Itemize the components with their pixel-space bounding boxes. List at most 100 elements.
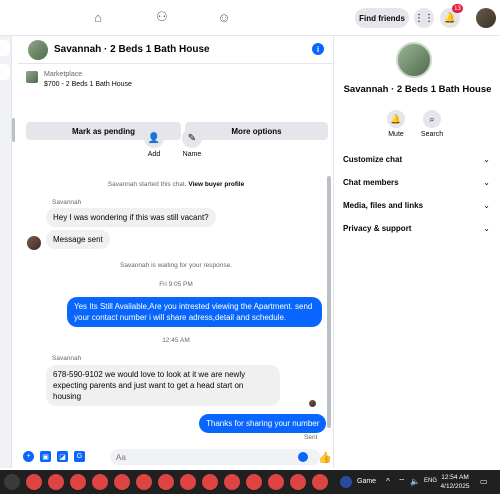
- chrome-icon[interactable]: [268, 474, 284, 490]
- item-label: Privacy & support: [343, 223, 412, 233]
- add-person-icon: 👤: [144, 128, 164, 148]
- item-label: Chat members: [343, 177, 399, 187]
- timestamp: Fri 9:05 PM: [159, 281, 193, 288]
- search-button[interactable]: ⌕ Search: [414, 110, 450, 138]
- notification-badge: 13: [452, 4, 463, 13]
- sender-name: Savannah: [52, 199, 82, 206]
- clock-date: 4/12/2025: [440, 483, 470, 490]
- search-label: Search: [420, 131, 444, 138]
- chat-scrollbar[interactable]: [327, 176, 331, 428]
- chrome-icon[interactable]: [48, 474, 64, 490]
- message-bubble-in[interactable]: Hey I was wondering if this was still va…: [46, 208, 216, 227]
- view-buyer-profile-link[interactable]: View buyer profile: [188, 181, 244, 188]
- privacy-support-item[interactable]: Privacy & support ⌄: [335, 218, 490, 238]
- customize-chat-item[interactable]: Customize chat ⌄: [335, 149, 490, 169]
- chrome-icon[interactable]: [202, 474, 218, 490]
- conversation-details: Savannah · 2 Beds 1 Bath House 🔔 Mute ⌕ …: [335, 36, 500, 468]
- listing-thumbnail[interactable]: [28, 40, 48, 60]
- chevron-down-icon: ⌄: [483, 177, 490, 187]
- tray-chevron-icon[interactable]: ^: [386, 477, 390, 486]
- listing-price[interactable]: $700 - 2 Beds 1 Bath House: [44, 81, 132, 88]
- add-button[interactable]: 👤 Add: [134, 128, 174, 158]
- chrome-icon[interactable]: [290, 474, 306, 490]
- groups-icon[interactable]: ☺: [216, 9, 232, 25]
- language-indicator[interactable]: ENG: [424, 478, 437, 484]
- bell-icon: 🔔: [387, 110, 405, 128]
- item-label: Customize chat: [343, 154, 403, 164]
- started-text: Savannah started this chat.: [107, 181, 187, 188]
- chrome-icon[interactable]: [114, 474, 130, 490]
- sender-name: Savannah: [52, 355, 82, 362]
- chevron-down-icon: ⌄: [483, 200, 490, 210]
- item-label: Media, files and links: [343, 200, 424, 210]
- chrome-icon[interactable]: [312, 474, 328, 490]
- media-files-links-item[interactable]: Media, files and links ⌄: [335, 195, 490, 215]
- waiting-text: Savannah is waiting for your response.: [119, 262, 232, 269]
- game-label[interactable]: Game: [357, 478, 376, 485]
- top-navigation: ⌂ ⚇ ☺ Find friends ⋮⋮ 🔔 13: [0, 0, 500, 36]
- message-bubble-in[interactable]: Message sent: [46, 230, 110, 249]
- gif-icon[interactable]: G: [74, 451, 85, 462]
- chrome-icon[interactable]: [158, 474, 174, 490]
- clock-time: 12:54 AM: [441, 474, 469, 481]
- message-bubble-out[interactable]: Thanks for sharing your number: [199, 414, 327, 433]
- thumbs-up-icon[interactable]: 👍: [318, 451, 332, 464]
- left-sidebar: [0, 36, 15, 468]
- mute-label: Mute: [388, 131, 404, 138]
- chrome-icon[interactable]: [180, 474, 196, 490]
- message-input[interactable]: [110, 449, 320, 465]
- pencil-icon: ✎: [182, 128, 202, 148]
- find-friends-button[interactable]: Find friends: [355, 8, 409, 28]
- volume-icon[interactable]: 🔈: [410, 477, 420, 486]
- chrome-icon[interactable]: [70, 474, 86, 490]
- info-icon[interactable]: i: [312, 43, 324, 55]
- timestamp: 12:45 AM: [162, 337, 190, 344]
- photo-icon[interactable]: ▣: [40, 451, 51, 462]
- chat-title[interactable]: Savannah · 2 Beds 1 Bath House: [54, 44, 210, 55]
- name-button[interactable]: ✎ Name: [172, 128, 212, 158]
- chat-started-text: Savannah started this chat. View buyer p…: [18, 181, 334, 188]
- windows-taskbar: Game ^ ⌔ 🔈 ENG 12:54 AM 4/12/2025 ▭: [0, 470, 500, 494]
- listing-avatar[interactable]: [396, 42, 432, 78]
- home-icon[interactable]: ⌂: [90, 9, 106, 25]
- chat-members-item[interactable]: Chat members ⌄: [335, 172, 490, 192]
- clock[interactable]: 12:54 AM 4/12/2025: [440, 473, 470, 491]
- marketplace-banner: Marketplace $700 - 2 Beds 1 Bath House M…: [18, 65, 334, 140]
- chrome-icon[interactable]: [136, 474, 152, 490]
- emoji-icon[interactable]: [298, 452, 308, 462]
- details-title: Savannah · 2 Beds 1 Bath House: [343, 84, 492, 95]
- message-bubble-in[interactable]: 678-590-9102 we would love to look at it…: [46, 365, 280, 406]
- message-bubble-out[interactable]: Yes Its Still Available,Are you intreste…: [67, 297, 322, 327]
- compose-icon[interactable]: [0, 40, 10, 56]
- sidebar-scrollbar[interactable]: [12, 118, 15, 142]
- menu-grid-icon[interactable]: ⋮⋮: [414, 8, 434, 28]
- notification-icon[interactable]: ▭: [480, 477, 488, 486]
- mute-button[interactable]: 🔔 Mute: [378, 110, 414, 138]
- friends-icon[interactable]: ⚇: [154, 9, 170, 25]
- chrome-icon[interactable]: [26, 474, 42, 490]
- name-label: Name: [182, 151, 202, 158]
- plus-icon[interactable]: +: [23, 451, 34, 462]
- chrome-icon[interactable]: [92, 474, 108, 490]
- seen-avatar: [309, 400, 316, 407]
- chevron-down-icon: ⌄: [483, 223, 490, 233]
- sidebar-item[interactable]: [0, 64, 10, 80]
- listing-thumbnail-small: [26, 71, 38, 83]
- chat-panel: Savannah · 2 Beds 1 Bath House i Marketp…: [18, 36, 334, 468]
- sender-avatar[interactable]: [27, 236, 41, 250]
- chat-header: Savannah · 2 Beds 1 Bath House i: [18, 36, 334, 64]
- chevron-down-icon: ⌄: [483, 154, 490, 164]
- message-composer: + ▣ ◪ G 👍: [18, 446, 334, 468]
- start-icon[interactable]: [4, 474, 20, 490]
- add-label: Add: [147, 151, 161, 158]
- wifi-icon[interactable]: ⌔: [398, 477, 406, 487]
- sticker-icon[interactable]: ◪: [57, 451, 68, 462]
- chat-actions: 👤 Add ✎ Name: [18, 128, 334, 164]
- chrome-icon[interactable]: [246, 474, 262, 490]
- marketplace-label: Marketplace: [44, 71, 83, 78]
- search-icon: ⌕: [423, 110, 441, 128]
- game-icon[interactable]: [340, 476, 352, 488]
- chrome-icon[interactable]: [224, 474, 240, 490]
- account-avatar[interactable]: [476, 8, 496, 28]
- sent-status: Sent: [304, 434, 318, 441]
